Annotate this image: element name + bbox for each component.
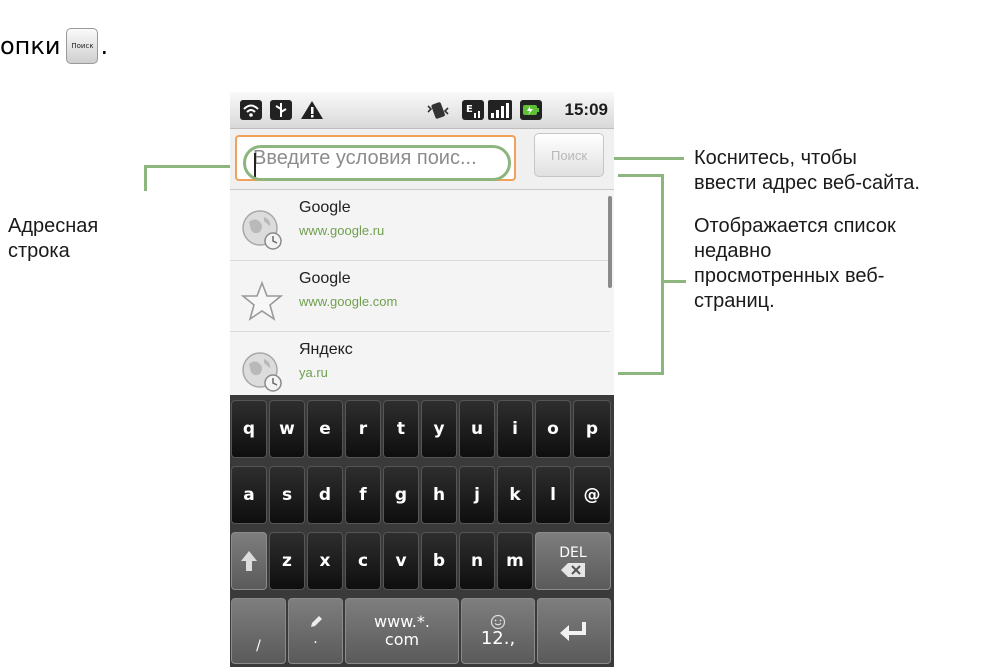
key-h[interactable]: h — [421, 466, 457, 524]
key-k[interactable]: k — [497, 466, 533, 524]
instruction-text: опки — [0, 32, 61, 60]
key-g[interactable]: g — [383, 466, 419, 524]
url-field[interactable] — [235, 135, 516, 181]
signal-icon — [488, 100, 512, 120]
wifi-icon — [240, 100, 262, 120]
key-j[interactable]: j — [459, 466, 495, 524]
symbols-label: 12., — [480, 628, 516, 649]
url-input[interactable] — [245, 145, 515, 171]
key-a[interactable]: a — [231, 466, 267, 524]
callout-text: страниц. — [694, 290, 775, 312]
slash-key[interactable]: / — [231, 598, 286, 664]
address-bar-callout: Адресная строка — [8, 214, 98, 264]
touch-callout: Коснитесь, чтобы ввести адрес веб-сайта. — [694, 146, 920, 196]
scrollbar[interactable] — [608, 196, 612, 288]
symbols-key[interactable]: 12., — [461, 598, 535, 664]
key-o[interactable]: o — [535, 400, 571, 458]
callout-text: Отображается список — [694, 215, 896, 237]
key-s[interactable]: s — [269, 466, 305, 524]
callout-text: недавно — [694, 240, 772, 262]
globe-history-icon — [242, 210, 282, 250]
enter-icon — [560, 622, 586, 641]
shift-icon — [241, 551, 257, 571]
history-url: ya.ru — [299, 365, 328, 380]
key-at[interactable]: @ — [573, 466, 611, 524]
dot-key[interactable]: . — [288, 598, 343, 664]
shift-key[interactable] — [231, 532, 267, 590]
key-d[interactable]: d — [307, 466, 343, 524]
address-bar: Поиск — [230, 129, 614, 190]
history-list-callout: Отображается список недавно просмотренны… — [694, 214, 896, 314]
callout-text: строка — [8, 240, 70, 262]
history-item[interactable]: Google www.google.com — [230, 261, 610, 332]
callout-text: ввести адрес веб-сайта. — [694, 172, 920, 194]
edge-data-icon: E — [462, 100, 484, 120]
key-t[interactable]: t — [383, 400, 419, 458]
svg-text:E: E — [466, 104, 473, 115]
key-r[interactable]: r — [345, 400, 381, 458]
slash-label: / — [256, 638, 261, 654]
connector-line — [144, 165, 238, 168]
connector-line — [618, 372, 662, 375]
key-p[interactable]: p — [573, 400, 611, 458]
callout-text: Коснитесь, чтобы — [694, 147, 857, 169]
history-title: Google — [299, 270, 351, 287]
key-x[interactable]: x — [307, 532, 343, 590]
star-icon — [240, 280, 284, 321]
delete-key[interactable]: DEL — [535, 532, 611, 590]
text-caret — [254, 153, 256, 177]
usb-icon — [270, 100, 292, 120]
connector-line — [661, 174, 664, 375]
key-u[interactable]: u — [459, 400, 495, 458]
clock-time: 15:09 — [564, 100, 608, 119]
history-item[interactable]: Google www.google.ru — [230, 190, 610, 261]
callout-text: просмотренных веб- — [694, 265, 885, 287]
battery-charging-icon — [520, 100, 542, 120]
connector-line — [144, 165, 147, 191]
history-url: www.google.com — [299, 294, 398, 309]
history-item[interactable]: Яндекс ya.ru — [230, 332, 610, 396]
com-label: com — [384, 630, 420, 649]
history-title: Google — [299, 199, 351, 216]
dot-label: . — [313, 631, 318, 647]
history-url: www.google.ru — [299, 223, 385, 238]
key-m[interactable]: m — [497, 532, 533, 590]
search-button[interactable]: Поиск — [534, 133, 604, 177]
history-list: Google www.google.ru Google www.google.c… — [230, 190, 614, 401]
status-bar: E 15:09 — [230, 92, 614, 129]
pencil-icon — [310, 616, 322, 627]
instruction-period: . — [100, 32, 109, 60]
key-e[interactable]: e — [307, 400, 343, 458]
callout-text: Адресная — [8, 215, 99, 237]
key-z[interactable]: z — [269, 532, 305, 590]
delete-label: DEL — [559, 545, 587, 561]
warning-icon — [301, 101, 323, 119]
instruction-line: опки Поиск. — [0, 28, 108, 64]
connector-line — [618, 174, 662, 177]
key-l[interactable]: l — [535, 466, 571, 524]
connector-line — [662, 280, 686, 283]
key-b[interactable]: b — [421, 532, 457, 590]
key-q[interactable]: q — [231, 400, 267, 458]
phone-screen: E 15:09 Поиск — [230, 92, 614, 667]
soft-keyboard: q w e r t y u i o p a s d f g h j k l @ … — [230, 395, 614, 667]
backspace-icon — [561, 563, 585, 577]
key-w[interactable]: w — [269, 400, 305, 458]
key-i[interactable]: i — [497, 400, 533, 458]
search-key-illustration: Поиск — [66, 28, 99, 64]
key-c[interactable]: c — [345, 532, 381, 590]
www-com-key[interactable]: www.*. com — [345, 598, 459, 664]
key-y[interactable]: y — [421, 400, 457, 458]
history-title: Яндекс — [299, 341, 353, 358]
globe-history-icon — [242, 352, 282, 392]
www-label: www.*. — [374, 612, 430, 631]
vibrate-icon — [427, 102, 449, 119]
key-v[interactable]: v — [383, 532, 419, 590]
key-f[interactable]: f — [345, 466, 381, 524]
key-n[interactable]: n — [459, 532, 495, 590]
enter-key[interactable] — [537, 598, 611, 664]
